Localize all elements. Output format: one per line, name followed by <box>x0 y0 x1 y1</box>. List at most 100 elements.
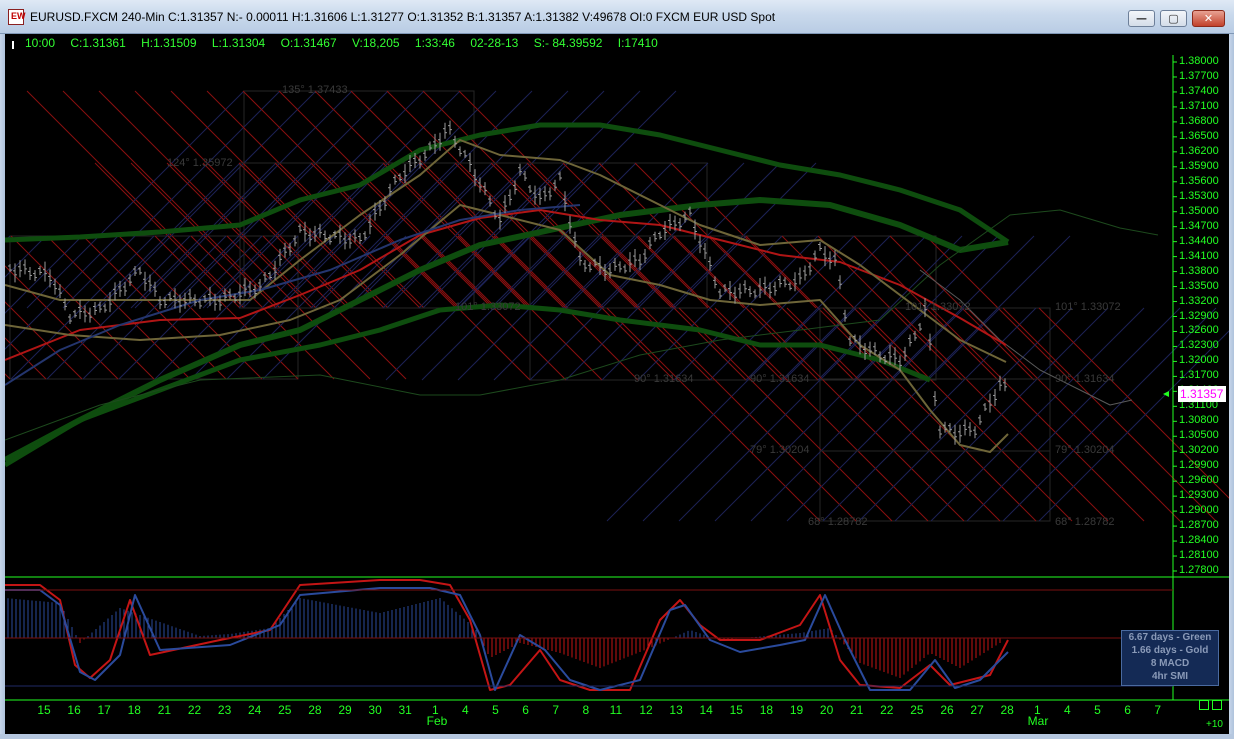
date-tick-label: 16 <box>67 703 81 717</box>
minimize-button[interactable]: — <box>1128 10 1155 27</box>
date-tick-label: 8 <box>582 703 590 717</box>
gann-line-up <box>5 235 83 314</box>
info-s-value: S:- 84.39592 <box>533 36 603 50</box>
oscillator-panel <box>5 579 1009 691</box>
price-tick-label: 1.32300 <box>1179 339 1219 352</box>
price-tick-label: 1.30200 <box>1179 444 1219 457</box>
price-tick-label: 1.37100 <box>1179 99 1219 112</box>
price-tick-label: 1.35000 <box>1179 204 1219 217</box>
window-titlebar[interactable]: EW EURUSD.FXCM 240-Min C:1.31357 N:- 0.0… <box>0 0 1234 34</box>
date-tick-label: 22 <box>187 703 202 717</box>
gann-label-135: 135° 1.37433 <box>282 84 348 96</box>
legend-line-gold: 1.66 days - Gold <box>1131 645 1209 656</box>
app-logo-icon: EW <box>8 9 26 25</box>
date-tick-label: 18 <box>759 703 774 717</box>
gann-line-down <box>5 301 83 380</box>
price-tick-label: 1.38000 <box>1179 55 1219 67</box>
date-tick-label: 13 <box>669 703 683 717</box>
date-tick-label: 24 <box>248 703 262 717</box>
date-tick-label: 6 <box>1124 703 1131 717</box>
chart-svg[interactable] <box>5 34 1229 734</box>
layout-toggle-icon-2[interactable] <box>1212 700 1222 710</box>
info-time: 10:00 <box>25 36 56 50</box>
date-tick-label: 18 <box>127 703 141 717</box>
date-tick-label: 15 <box>729 703 743 717</box>
info-close: C:1.31361 <box>70 36 126 50</box>
price-tick-label: 1.29300 <box>1179 489 1219 502</box>
gann-line-up <box>5 235 119 350</box>
date-tick-label: 7 <box>552 703 560 717</box>
price-tick-label: 1.28700 <box>1179 519 1219 532</box>
current-price-tag: 1.31357 <box>1178 386 1226 402</box>
date-tick-label: 4 <box>1064 703 1071 717</box>
maximize-button[interactable]: ▢ <box>1160 10 1187 27</box>
price-tick-label: 1.37700 <box>1179 69 1219 82</box>
price-tick-label: 1.37400 <box>1179 84 1219 97</box>
price-tick-label: 1.33200 <box>1179 294 1219 307</box>
price-tick-label: 1.32900 <box>1179 309 1219 322</box>
legend-line-green: 6.67 days - Green <box>1128 632 1212 643</box>
legend-line-macd: 8 MACD <box>1150 658 1190 669</box>
price-tick-label: 1.34100 <box>1179 249 1219 262</box>
indicator-legend: 6.67 days - Green 1.66 days - Gold 8 MAC… <box>1121 630 1219 686</box>
gann-grid <box>5 90 1229 522</box>
date-tick-label: 5 <box>1094 703 1101 717</box>
date-tick-label: 6 <box>522 703 529 717</box>
date-tick-label: 20 <box>819 703 834 717</box>
price-tick-label: 1.33500 <box>1179 279 1219 292</box>
zoom-label[interactable]: +10 <box>1206 719 1223 730</box>
gann-label-68-b: 68° 1.28782 <box>1055 516 1115 528</box>
price-tick-label: 1.29600 <box>1179 474 1219 487</box>
info-i-value: I:17410 <box>617 36 658 50</box>
price-tick-label: 1.32000 <box>1179 354 1219 367</box>
date-tick-label: 25 <box>910 703 924 717</box>
price-tick-label: 1.34400 <box>1179 234 1219 247</box>
price-tick-label: 1.36200 <box>1179 144 1219 157</box>
date-tick-label: 25 <box>278 703 292 717</box>
date-tick-label: 4 <box>462 703 469 717</box>
gann-label-79-b: 79° 1.30204 <box>1055 444 1115 456</box>
price-bars <box>8 120 1007 445</box>
date-tick-label: 23 <box>217 703 232 717</box>
info-low: L:1.31304 <box>211 36 266 50</box>
chart-marker <box>12 41 14 49</box>
info-clock: 1:33:46 <box>414 36 455 50</box>
gann-label-68-a: 68° 1.28782 <box>808 516 868 528</box>
gann-line-down <box>5 265 119 380</box>
price-tick-label: 1.34700 <box>1179 219 1219 232</box>
gann-label-79-a: 79° 1.30204 <box>750 444 810 456</box>
date-tick-label: 12 <box>639 703 653 717</box>
date-tick-label: 30 <box>368 703 382 717</box>
price-tick-label: 1.28100 <box>1179 549 1219 562</box>
date-tick-label: 7 <box>1154 703 1162 717</box>
app-icon-text: EW <box>11 11 26 21</box>
price-tick-label: 1.36800 <box>1179 114 1219 127</box>
info-date: 02-28-13 <box>470 36 519 50</box>
gann-label-101-a: 101° 1.33072 <box>455 301 521 313</box>
price-tick-label: 1.27800 <box>1179 564 1219 576</box>
price-tick-label: 1.35900 <box>1179 159 1219 172</box>
price-tick-label: 1.36500 <box>1179 129 1219 142</box>
date-tick-label: 19 <box>789 703 804 717</box>
info-high: H:1.31509 <box>141 36 197 50</box>
close-button[interactable]: ✕ <box>1192 10 1225 27</box>
date-tick-label: 5 <box>492 703 499 717</box>
month-label-mar: Mar <box>1027 714 1049 728</box>
window-title: EURUSD.FXCM 240-Min C:1.31357 N:- 0.0001… <box>30 10 776 24</box>
date-tick-label: 28 <box>308 703 322 717</box>
info-open: O:1.31467 <box>280 36 337 50</box>
date-tick-label: 26 <box>940 703 954 717</box>
price-tick-label: 1.31700 <box>1179 369 1219 382</box>
legend-line-smi: 4hr SMI <box>1151 671 1189 682</box>
date-tick-label: 15 <box>37 703 51 717</box>
window-right-edge <box>1229 34 1234 739</box>
gann-label-124: 124° 1.35972 <box>167 157 233 169</box>
date-tick-label: 29 <box>338 703 352 717</box>
smi-blue-line <box>5 587 1009 691</box>
chart-area[interactable] <box>5 34 1229 734</box>
data-window-bar: 10:00 C:1.31361 H:1.31509 L:1.31304 O:1.… <box>25 36 670 50</box>
layout-toggle-icon[interactable] <box>1199 700 1209 710</box>
price-tick-label: 1.29000 <box>1179 504 1219 517</box>
date-tick-label: 22 <box>880 703 894 717</box>
gann-box <box>243 90 475 309</box>
